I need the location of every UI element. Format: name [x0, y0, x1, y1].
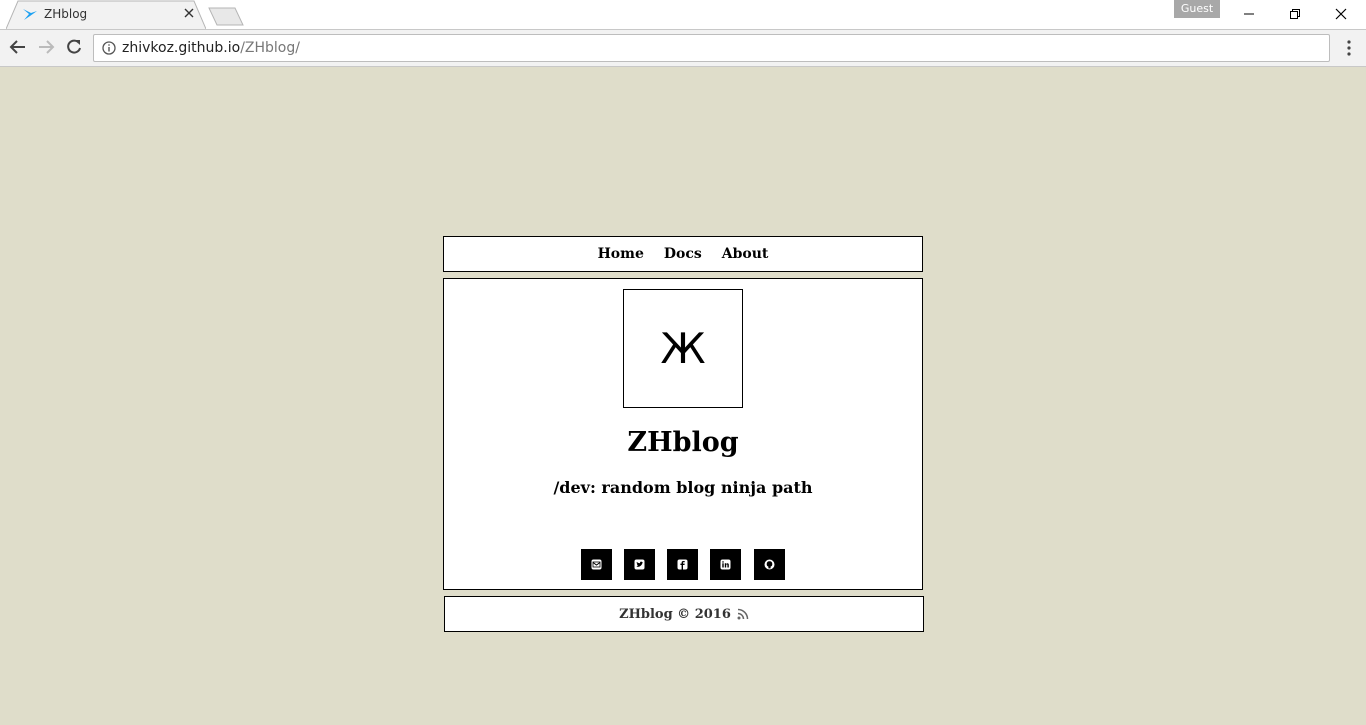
close-icon	[1335, 8, 1347, 20]
browser-tab[interactable]: ZHblog	[6, 0, 206, 29]
tab-title: ZHblog	[44, 7, 88, 21]
url-path: /ZHblog/	[240, 40, 300, 56]
github-icon	[764, 559, 775, 570]
nav-link-about[interactable]: About	[722, 246, 769, 262]
url-text: zhivkoz.github.io/ZHblog/	[122, 40, 300, 56]
browser-toolbar: zhivkoz.github.io/ZHblog/	[0, 29, 1366, 67]
twitter-link[interactable]	[624, 549, 655, 580]
rss-icon[interactable]	[737, 608, 749, 620]
github-link[interactable]	[754, 549, 785, 580]
social-links	[581, 549, 787, 581]
back-arrow-icon[interactable]	[9, 38, 27, 56]
reload-icon[interactable]	[65, 38, 83, 56]
forward-arrow-icon[interactable]	[37, 38, 55, 56]
copyright-text: ZHblog © 2016	[619, 606, 731, 622]
site-subtitle: /dev: random blog ninja path	[553, 478, 813, 497]
site-nav: Home Docs About	[443, 236, 923, 272]
restore-icon	[1290, 9, 1300, 19]
new-tab-button[interactable]	[207, 6, 245, 26]
nav-link-docs[interactable]: Docs	[664, 246, 702, 262]
email-icon	[591, 559, 602, 570]
bird-favicon-icon	[23, 9, 37, 20]
facebook-link[interactable]	[667, 549, 698, 580]
minimize-icon	[1244, 13, 1254, 15]
url-domain: zhivkoz.github.io	[122, 40, 241, 56]
site-footer: ZHblog © 2016	[444, 596, 924, 632]
facebook-icon	[677, 559, 688, 570]
hero-card: Ж ZHblog /dev: random blog ninja path	[443, 278, 923, 590]
address-bar[interactable]: zhivkoz.github.io/ZHblog/	[93, 34, 1330, 62]
email-link[interactable]	[581, 549, 612, 580]
site-title: ZHblog	[627, 427, 739, 458]
nav-link-home[interactable]: Home	[598, 246, 644, 262]
minimize-button[interactable]	[1226, 0, 1272, 28]
linkedin-icon	[720, 559, 731, 570]
tab-strip: ZHblog Guest	[0, 0, 1366, 29]
kebab-menu-icon[interactable]	[1341, 39, 1357, 57]
restore-button[interactable]	[1272, 0, 1318, 28]
site-logo: Ж	[623, 289, 743, 408]
close-window-button[interactable]	[1318, 0, 1364, 28]
linkedin-link[interactable]	[710, 549, 741, 580]
tab-close-icon[interactable]	[183, 7, 195, 19]
twitter-icon	[634, 559, 645, 570]
info-icon[interactable]	[102, 41, 116, 55]
profile-badge[interactable]: Guest	[1174, 0, 1220, 18]
